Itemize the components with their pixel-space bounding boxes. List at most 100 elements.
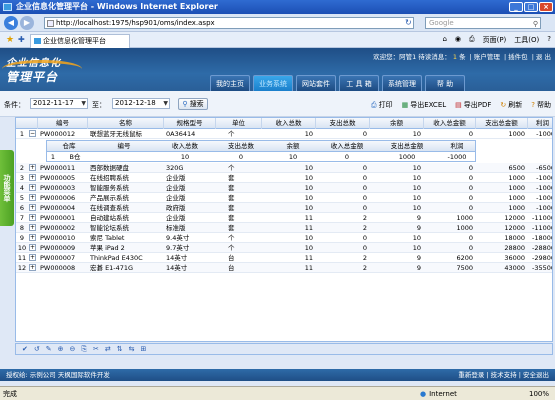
cut-icon[interactable]: ✂ xyxy=(93,345,99,353)
plugin-link[interactable]: 插件包 xyxy=(508,53,528,61)
logout-link[interactable]: 退 出 xyxy=(536,53,551,61)
add-favorite-icon[interactable]: ✚ xyxy=(18,35,25,44)
cell-name: ThinkPad E430C xyxy=(90,254,143,262)
minimize-button[interactable]: _ xyxy=(509,2,523,12)
home-icon[interactable]: ⌂ xyxy=(442,35,446,45)
expand-icon[interactable]: + xyxy=(29,264,36,271)
expand-icon[interactable]: + xyxy=(29,204,36,211)
edit-icon[interactable]: ✎ xyxy=(46,345,52,353)
address-input[interactable]: http://localhost:1975/hsp901/oms/index.a… xyxy=(44,17,414,29)
expand-icon[interactable]: + xyxy=(29,184,36,191)
refresh-icon[interactable]: ↻ xyxy=(405,18,412,27)
subgrid-header-cell[interactable]: 收入总金额 xyxy=(317,141,377,151)
help-button[interactable]: ? 帮助 xyxy=(531,100,551,110)
start-date-field[interactable]: 2012-11-17 ▼ xyxy=(30,98,88,109)
cell-unit: 套 xyxy=(228,224,235,232)
table-row[interactable]: 1− PW000012 联想蓝牙无线鼠标 0A36414 个 10 0 10 0 1000 -100… xyxy=(16,129,552,139)
subgrid-header-cell[interactable]: 余额 xyxy=(269,141,317,151)
header-balance[interactable]: 余额 xyxy=(370,118,424,129)
swap-icon[interactable]: ⇄ xyxy=(105,345,111,353)
subgrid-header-cell[interactable]: 收入总数 xyxy=(157,141,213,151)
sort-icon[interactable]: ⇅ xyxy=(117,345,123,353)
print-button[interactable]: ⎙ 打印 xyxy=(371,100,393,110)
help-icon[interactable]: ? xyxy=(547,35,551,45)
undo-icon[interactable]: ↺ xyxy=(34,345,40,353)
header-id[interactable]: 编号 xyxy=(38,118,88,129)
nav-tab-website[interactable]: 网站套件 xyxy=(296,75,336,91)
table-row[interactable]: 5 + PW000006 产品展示系统 企业版 套 10 0 10 0 1000 -1000 xyxy=(16,193,552,203)
search-button[interactable]: ⚲ 搜索 xyxy=(178,98,208,110)
chevron-down-icon[interactable]: ▼ xyxy=(81,99,86,108)
search-input[interactable]: Google ⚲ xyxy=(425,17,541,29)
table-row[interactable]: 9 + PW000010 索尼 Tablet 9.4英寸 个 10 0 10 0 18000 -180… xyxy=(16,233,552,243)
zoom-level[interactable]: 100% xyxy=(529,387,549,400)
header-in-amount[interactable]: 收入总金额 xyxy=(424,118,476,129)
subgrid-header-cell[interactable]: 仓库 xyxy=(47,141,91,151)
add-icon[interactable]: ⊕ xyxy=(58,345,64,353)
forward-arrow-icon[interactable]: ▶ xyxy=(20,16,34,30)
expand-icon[interactable]: + xyxy=(29,164,36,171)
cell-unit: 个 xyxy=(228,164,235,172)
header-name[interactable]: 名称 xyxy=(88,118,164,129)
expand-icon[interactable]: + xyxy=(29,234,36,241)
nav-tab-toolbox[interactable]: 工 具 箱 xyxy=(339,75,379,91)
header-spec[interactable]: 规格型号 xyxy=(164,118,216,129)
confirm-icon[interactable]: ✔ xyxy=(22,345,28,353)
grid-icon[interactable]: ⊞ xyxy=(140,345,146,353)
table-row[interactable]: 11 + PW000007 ThinkPad E430C 14英寸台 11 2 9 6200 36… xyxy=(16,253,552,263)
end-date-field[interactable]: 2012-12-18 ▼ xyxy=(112,98,170,109)
back-arrow-icon[interactable]: ◀ xyxy=(4,16,18,30)
expand-icon[interactable]: + xyxy=(29,254,36,261)
table-row[interactable]: 8 + PW000002 智能论坛系统 标准版 套 11 2 9 1000 12000 -11000 xyxy=(16,223,552,233)
search-icon[interactable]: ⚲ xyxy=(533,19,538,29)
refresh-button[interactable]: ↻ 刷新 xyxy=(500,100,522,110)
subgrid-header-cell[interactable]: 支出总金额 xyxy=(377,141,437,151)
header-unit[interactable]: 单位 xyxy=(216,118,262,129)
maximize-button[interactable]: □ xyxy=(524,2,538,12)
export-excel-button[interactable]: ▦ 导出EXCEL xyxy=(402,100,447,110)
favorites-star-icon[interactable]: ★ xyxy=(6,35,14,45)
remove-icon[interactable]: ⊖ xyxy=(70,345,76,353)
page-menu[interactable]: 页面(P) xyxy=(483,35,507,45)
table-row[interactable]: 4 + PW000003 智能服务系统 企业版 套 10 0 10 0 1000 -1000 xyxy=(16,183,552,193)
move-icon[interactable]: ⇆ xyxy=(129,345,135,353)
expand-icon[interactable]: + xyxy=(29,244,36,251)
cell-out: 2 xyxy=(362,224,367,232)
export-pdf-button[interactable]: ▤ 导出PDF xyxy=(455,100,491,110)
table-row[interactable]: 12 + PW000008 宏碁 E1-471G 14英寸 台 11 2 9 7500 43000-… xyxy=(16,263,552,273)
expand-icon[interactable]: + xyxy=(29,174,36,181)
expand-icon[interactable]: + xyxy=(29,194,36,201)
nav-tab-business[interactable]: 业务系统 xyxy=(253,75,293,91)
footer-links[interactable]: 重新登录 | 技术支持 | 安全退出 xyxy=(458,369,549,381)
print-icon[interactable]: ⎙ xyxy=(469,35,475,45)
nav-tab-system[interactable]: 系统管理 xyxy=(382,75,422,91)
table-row[interactable]: 3 + PW000005 在线招聘系统 企业版 套 10 0 10 0 1000 -1000 xyxy=(16,173,552,183)
header-out-amount[interactable]: 支出总金额 xyxy=(476,118,528,129)
nav-tab-help[interactable]: 帮 助 xyxy=(425,75,465,91)
table-row[interactable]: 2 + PW000011 西部数据硬盘 320G 个 10 0 10 0 6500 -6500 xyxy=(16,163,552,173)
subgrid-header-cell[interactable]: 支出总数 xyxy=(213,141,269,151)
header-out[interactable]: 支出总数 xyxy=(316,118,370,129)
expand-icon[interactable]: + xyxy=(29,214,36,221)
account-link[interactable]: 账户管理 xyxy=(474,53,500,61)
tools-menu[interactable]: 工具(O) xyxy=(514,35,539,45)
function-menu-tab[interactable]: 功能菜单 xyxy=(0,150,14,226)
close-button[interactable]: × xyxy=(539,2,553,12)
table-row[interactable]: 7 + PW000001 自动建站系统 企业版 套 11 2 9 1000 12000 -11000 xyxy=(16,213,552,223)
expand-icon[interactable]: + xyxy=(29,224,36,231)
copy-icon[interactable]: ⎘ xyxy=(81,345,87,354)
header-profit[interactable]: 利润 xyxy=(528,118,552,129)
cell-spec: 标准版 xyxy=(166,224,186,232)
table-row[interactable]: 10 + PW000009 苹果 iPad 2 9.7英寸个 10 0 10 0 28800 -28… xyxy=(16,243,552,253)
message-count[interactable]: 1 xyxy=(453,53,457,61)
cell-id: PW000005 xyxy=(40,174,76,182)
chevron-down-icon[interactable]: ▼ xyxy=(163,99,168,108)
browser-tab[interactable]: 企业信息化管理平台 xyxy=(30,34,130,48)
feed-icon[interactable]: ◉ xyxy=(455,35,461,45)
subgrid-header-cell[interactable]: 编号 xyxy=(91,141,157,151)
header-in[interactable]: 收入总数 xyxy=(262,118,316,129)
subgrid-header-cell[interactable]: 利润 xyxy=(437,141,477,151)
collapse-icon[interactable]: − xyxy=(29,130,36,137)
table-row[interactable]: 6 + PW000004 在线调查系统 政府版 套 10 0 10 0 1000 -1000 xyxy=(16,203,552,213)
nav-tab-home[interactable]: 我的主页 xyxy=(210,75,250,91)
